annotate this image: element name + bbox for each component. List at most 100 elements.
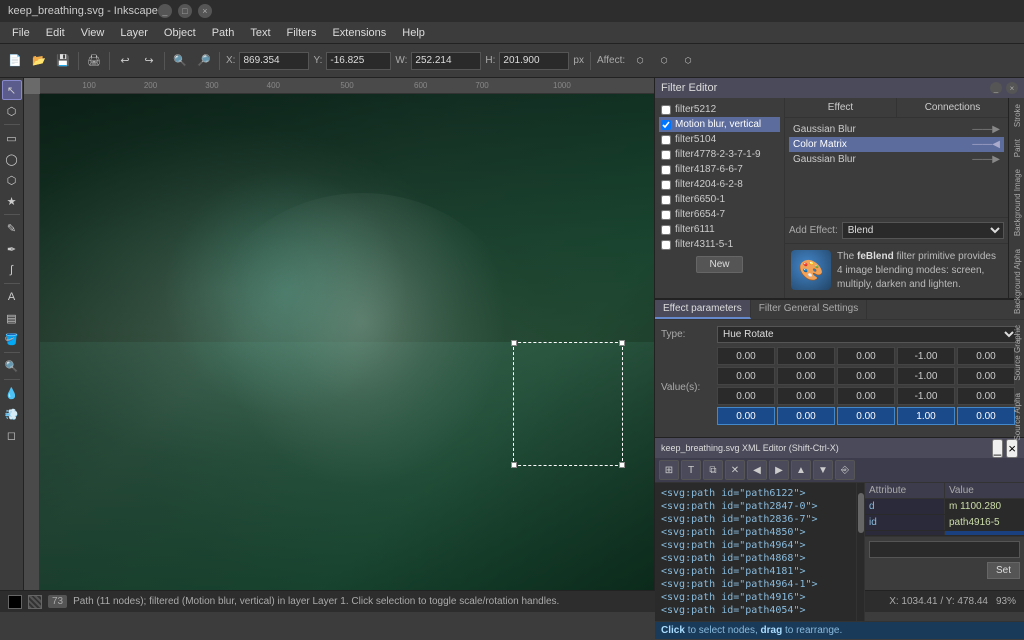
menu-path[interactable]: Path [204, 25, 243, 41]
filter-item-4311[interactable]: filter4311-5-1 [659, 237, 780, 252]
polygon-tool[interactable]: ⬡ [2, 170, 22, 190]
spray-tool[interactable]: 💨 [2, 404, 22, 424]
save-button[interactable]: 💾 [52, 50, 74, 72]
xe-item-4964[interactable]: <svg:path id="path4964"> [659, 539, 852, 552]
m31[interactable] [777, 407, 835, 425]
menu-object[interactable]: Object [156, 25, 204, 41]
add-effect-select[interactable]: Blend Blur ColorMatrix [842, 222, 1004, 239]
menu-edit[interactable]: Edit [38, 25, 73, 41]
effect-item-color-matrix[interactable]: Color Matrix ——◀ [789, 137, 1004, 152]
rect-tool[interactable]: ▭ [2, 128, 22, 148]
print-button[interactable]: 🖨 [83, 50, 105, 72]
filter-check-4204[interactable] [661, 180, 671, 190]
m32[interactable] [837, 407, 895, 425]
attr-row-d[interactable]: d m 1100.280 [865, 499, 1024, 515]
menu-filters[interactable]: Filters [279, 25, 325, 41]
side-tab-paint[interactable]: Paint [1009, 133, 1024, 163]
menu-view[interactable]: View [73, 25, 113, 41]
xe-item-2847[interactable]: <svg:path id="path2847-0"> [659, 500, 852, 513]
m24[interactable] [957, 387, 1015, 405]
pencil-tool[interactable]: ✎ [2, 218, 22, 238]
affect-w-button[interactable]: ⬡ [677, 50, 699, 72]
select-tool[interactable]: ↖ [2, 80, 22, 100]
m01[interactable] [777, 347, 835, 365]
filter-item-5212[interactable]: filter5212 [659, 102, 780, 117]
xe-item-6122[interactable]: <svg:path id="path6122"> [659, 487, 852, 500]
menu-file[interactable]: File [4, 25, 38, 41]
filter-check-motion-blur[interactable] [661, 120, 671, 130]
eraser-tool[interactable]: ◻ [2, 425, 22, 445]
zoom-in-button[interactable]: 🔍 [169, 50, 191, 72]
m13[interactable] [897, 367, 955, 385]
filter-item-6654[interactable]: filter6654-7 [659, 207, 780, 222]
w-input[interactable] [411, 52, 481, 70]
ellipse-tool[interactable]: ◯ [2, 149, 22, 169]
x-input[interactable] [239, 52, 309, 70]
m30[interactable] [717, 407, 775, 425]
xe-item-4868[interactable]: <svg:path id="path4868"> [659, 552, 852, 565]
m20[interactable] [717, 387, 775, 405]
new-filter-button[interactable]: New [696, 256, 742, 273]
side-tab-source-graphic[interactable]: Source Graphic [1009, 319, 1024, 387]
m03[interactable] [897, 347, 955, 365]
undo-button[interactable]: ↩ [114, 50, 136, 72]
filter-item-6650[interactable]: filter6650-1 [659, 192, 780, 207]
xe-indent[interactable]: ⎆ [835, 460, 855, 480]
filter-item-4778[interactable]: filter4778-2-3-7-1-9 [659, 147, 780, 162]
zoom-tool[interactable]: 🔍 [2, 356, 22, 376]
h-input[interactable] [499, 52, 569, 70]
m22[interactable] [837, 387, 895, 405]
m04[interactable] [957, 347, 1015, 365]
tab-effect-parameters[interactable]: Effect parameters [655, 300, 751, 319]
filter-check-4778[interactable] [661, 150, 671, 160]
m12[interactable] [837, 367, 895, 385]
m11[interactable] [777, 367, 835, 385]
y-input[interactable] [326, 52, 391, 70]
filter-check-6111[interactable] [661, 225, 671, 235]
filter-check-6654[interactable] [661, 210, 671, 220]
m10[interactable] [717, 367, 775, 385]
m21[interactable] [777, 387, 835, 405]
menu-help[interactable]: Help [394, 25, 433, 41]
fill-tool[interactable]: 🪣 [2, 329, 22, 349]
xe-set-button[interactable]: Set [987, 562, 1020, 579]
filter-check-5212[interactable] [661, 105, 671, 115]
filter-check-6650[interactable] [661, 195, 671, 205]
zoom-out-button[interactable]: 🔎 [193, 50, 215, 72]
open-button[interactable]: 📂 [28, 50, 50, 72]
text-tool[interactable]: A [2, 287, 22, 307]
m23[interactable] [897, 387, 955, 405]
fill-color[interactable] [8, 595, 22, 609]
side-tab-background-alpha[interactable]: Background Alpha [1009, 243, 1024, 320]
side-tab-source-alpha[interactable]: Source Alpha [1009, 387, 1024, 447]
star-tool[interactable]: ★ [2, 191, 22, 211]
xe-minimize-button[interactable]: _ [992, 439, 1003, 458]
menu-layer[interactable]: Layer [112, 25, 156, 41]
close-button[interactable]: × [198, 4, 212, 18]
xml-scroll-thumb[interactable] [858, 493, 864, 533]
xml-scroll[interactable] [856, 483, 864, 621]
minimize-button[interactable]: _ [158, 4, 172, 18]
fe-minimize-button[interactable]: _ [990, 82, 1002, 94]
node-tool[interactable]: ⬡ [2, 101, 22, 121]
filter-check-4311[interactable] [661, 240, 671, 250]
xe-new-text[interactable]: T [681, 460, 701, 480]
affect-x-button[interactable]: ⬡ [629, 50, 651, 72]
xe-item-2836[interactable]: <svg:path id="path2836-7"> [659, 513, 852, 526]
filter-item-4187[interactable]: filter4187-6-6-7 [659, 162, 780, 177]
xe-value-input[interactable] [869, 541, 1020, 558]
xe-delete[interactable]: ✕ [725, 460, 745, 480]
m00[interactable] [717, 347, 775, 365]
xe-item-4850[interactable]: <svg:path id="path4850"> [659, 526, 852, 539]
canvas-content[interactable] [40, 94, 654, 590]
xe-nav-next[interactable]: ▶ [769, 460, 789, 480]
filter-item-5104[interactable]: filter5104 [659, 132, 780, 147]
stroke-color[interactable] [28, 595, 42, 609]
type-select[interactable]: Hue Rotate Saturate Matrix [717, 326, 1018, 343]
m33[interactable] [897, 407, 955, 425]
filter-check-5104[interactable] [661, 135, 671, 145]
affect-y-button[interactable]: ⬡ [653, 50, 675, 72]
filter-check-4187[interactable] [661, 165, 671, 175]
xe-item-4964-1[interactable]: <svg:path id="path4964-1"> [659, 578, 852, 591]
redo-button[interactable]: ↪ [138, 50, 160, 72]
